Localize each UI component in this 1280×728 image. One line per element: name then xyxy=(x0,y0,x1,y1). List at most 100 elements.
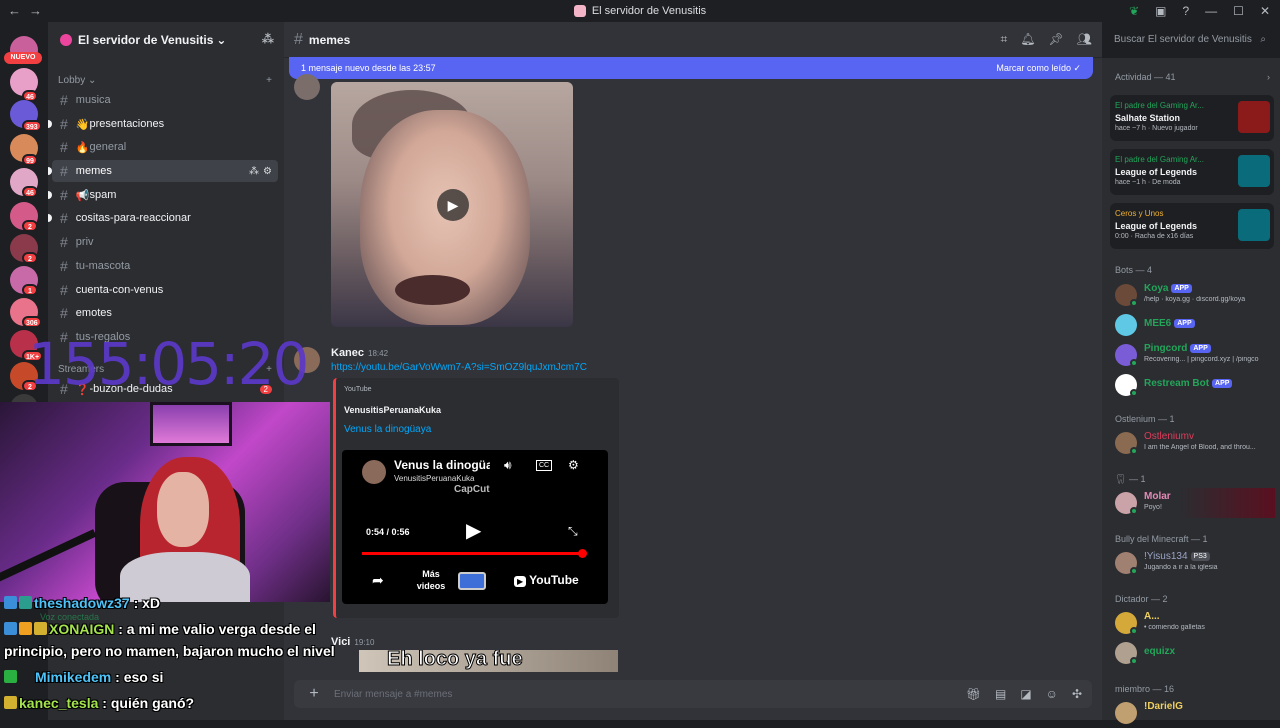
play-icon[interactable]: ▶ xyxy=(466,518,481,543)
channel-memes[interactable]: # memes ⁂ ⚙ xyxy=(48,160,278,182)
nav-arrows[interactable]: ←→ xyxy=(8,3,50,18)
channel-label: priv xyxy=(75,236,94,248)
status-indicator xyxy=(1130,627,1138,635)
sticker-icon[interactable]: ◪ xyxy=(1020,687,1031,701)
channel-spam[interactable]: # 📢 spam xyxy=(48,184,278,206)
embed-provider: YouTube xyxy=(344,386,372,393)
author-name[interactable]: Kanec xyxy=(331,347,364,359)
chat-badge-icon xyxy=(19,622,32,635)
unread-badge: 306 xyxy=(22,316,42,328)
chat-line: Mimikedem : eso si xyxy=(4,669,163,685)
gift-icon[interactable]: 🎁︎ xyxy=(966,687,981,701)
hash-icon: # xyxy=(60,187,68,203)
share-icon[interactable]: ➦ xyxy=(372,572,384,589)
member-item[interactable]: MEE6 APP xyxy=(1115,310,1275,340)
player-title[interactable]: Venus la dinogüaya xyxy=(394,458,490,472)
inbox-icon[interactable]: ▣ xyxy=(1155,4,1166,18)
help-icon[interactable]: ? xyxy=(1182,4,1189,18)
message-author[interactable]: Kanec 18:42 xyxy=(331,347,388,359)
mic-arm xyxy=(0,529,97,583)
member-item[interactable]: equizx xyxy=(1115,638,1275,668)
activity-header[interactable]: Actividad — 41 › xyxy=(1115,72,1270,82)
member-item[interactable]: Molar Poyo! xyxy=(1115,488,1275,518)
chevron-right-icon[interactable]: › xyxy=(1267,72,1270,82)
close-button[interactable]: ✕ xyxy=(1260,4,1270,18)
fullscreen-icon[interactable]: ⤡ xyxy=(568,524,578,539)
webcam-overlay xyxy=(0,402,330,602)
message-link[interactable]: https://youtu.be/GarVoWwm7-A?si=SmOZ9lqu… xyxy=(331,362,587,373)
maximize-button[interactable]: ☐ xyxy=(1233,4,1244,18)
stream-chat-overlay: theshadowz37 : xD XONAIGN : a mi me vali… xyxy=(0,595,335,720)
volume-icon[interactable]: 🔊︎ xyxy=(504,458,512,473)
bell-icon[interactable]: 🔔︎ xyxy=(1020,32,1035,47)
category-lobby[interactable]: Lobby ⌄ + xyxy=(58,75,272,86)
activity-card[interactable]: Ceros y Unos League of Legends 0:00 · Ra… xyxy=(1110,203,1274,249)
channel-musica[interactable]: # musica xyxy=(52,89,278,111)
member-item[interactable]: Restream Bot APP xyxy=(1115,370,1275,400)
apps-icon[interactable]: ✣ xyxy=(1072,687,1082,701)
play-icon[interactable]: ▶ xyxy=(437,189,469,221)
activity-user: Ceros y Unos xyxy=(1115,209,1164,218)
invite-icon[interactable]: ⁂ xyxy=(262,32,274,46)
hash-icon: # xyxy=(60,258,68,274)
mark-read-button[interactable]: Marcar como leído ✓ xyxy=(996,63,1081,74)
threads-icon[interactable]: ⌗ xyxy=(1001,32,1008,47)
more-videos-icon[interactable] xyxy=(458,572,486,590)
member-status: • comiendo galletas xyxy=(1144,624,1205,631)
progress-fill xyxy=(362,552,582,555)
gear-icon[interactable]: ⚙ xyxy=(568,458,579,472)
activity-card[interactable]: El padre del Gaming Ar... Salhate Statio… xyxy=(1110,95,1274,141)
message-composer[interactable]: + Enviar mensaje a #memes 🎁︎ ▤ ◪ ☺ ✣ xyxy=(294,680,1092,708)
progress-track[interactable] xyxy=(362,549,587,558)
channel-emoji: 🔥 xyxy=(75,141,90,154)
unread-badge: 393 xyxy=(22,120,42,132)
activity-card[interactable]: El padre del Gaming Ar... League of Lege… xyxy=(1110,149,1274,195)
server-header[interactable]: El servidor de Venusitis ⌄ ⁂ xyxy=(48,22,284,58)
member-item[interactable]: !DarielG xyxy=(1115,698,1275,728)
add-channel-icon[interactable]: + xyxy=(266,75,272,86)
member-item[interactable]: Koya APP/help · koya.gg · discord.gg/koya xyxy=(1115,280,1275,310)
unread-indicator xyxy=(48,167,52,175)
more-videos-button[interactable]: Más videos xyxy=(416,568,446,592)
tooth-icon: 🦷︎ xyxy=(1115,474,1127,484)
channel-emotes[interactable]: # emotes xyxy=(52,302,278,324)
embed-author[interactable]: VenusitisPeruanaKuka xyxy=(344,405,441,415)
server-badge-icon xyxy=(60,34,72,46)
channel-general[interactable]: # 🔥 general xyxy=(52,136,278,158)
member-item[interactable]: !Yisus134 PS3 Jugando a ir a la iglesia xyxy=(1115,548,1275,578)
progress-knob[interactable] xyxy=(577,549,587,558)
channel-cuenta-con-venus[interactable]: # cuenta-con-venus xyxy=(52,279,278,301)
channel-emoji: 👋 xyxy=(75,118,90,131)
captions-icon[interactable]: CC xyxy=(536,460,553,471)
unread-badge: 2 xyxy=(22,220,38,232)
channel-cositas[interactable]: # cositas-para-reaccionar xyxy=(48,207,278,229)
player-time: 0:54 / 0:56 xyxy=(366,527,410,537)
add-member-icon[interactable]: ⁂ xyxy=(249,166,259,177)
member-item[interactable]: Ostleniumv I am the Angel of Blood, and t… xyxy=(1115,428,1275,458)
pin-icon[interactable]: 📌︎ xyxy=(1049,32,1064,47)
nitro-icon[interactable]: ❦ xyxy=(1129,4,1139,18)
youtube-player[interactable]: Venus la dinogüaya VenusitisPeruanaKuka … xyxy=(342,450,608,604)
emoji-icon[interactable]: ☺ xyxy=(1046,687,1058,701)
member-item[interactable]: A... • comiendo galletas xyxy=(1115,608,1275,638)
title-bar: ←→ El servidor de Venusitis ❦ ▣ ? — ☐ ✕ xyxy=(0,0,1280,22)
video-attachment[interactable]: Eh loco ya fue xyxy=(359,650,618,672)
player-channel[interactable]: VenusitisPeruanaKuka xyxy=(394,474,475,483)
channel-tu-mascota[interactable]: # tu-mascota xyxy=(52,255,278,277)
channel-priv[interactable]: # priv xyxy=(52,231,278,253)
avatar[interactable] xyxy=(294,74,320,100)
member-item[interactable]: Pingcord APP Recovering... | pingcord.xyz … xyxy=(1115,340,1275,370)
search-input[interactable]: Buscar El servidor de Venusitis ⌕ xyxy=(1108,29,1272,51)
message-author[interactable]: Vici 19:10 xyxy=(331,636,374,648)
minimize-button[interactable]: — xyxy=(1205,4,1217,18)
members-icon[interactable]: 👥︎ xyxy=(1077,32,1092,47)
youtube-logo[interactable]: ▶ YouTube xyxy=(514,573,579,587)
section-label: Bully del Minecraft — 1 xyxy=(1115,534,1208,544)
chat-line: kanec_tesla : quién ganó? xyxy=(4,695,194,711)
embed-title[interactable]: Venus la dinogüaya xyxy=(344,424,431,435)
gear-icon[interactable]: ⚙ xyxy=(263,166,272,177)
new-messages-bar[interactable]: 1 mensaje nuevo desde las 23:57 Marcar co… xyxy=(289,57,1093,79)
channel-presentaciones[interactable]: # 👋 presentaciones xyxy=(48,113,278,135)
gif-icon[interactable]: ▤ xyxy=(995,687,1006,701)
channel-avatar[interactable] xyxy=(362,460,386,484)
